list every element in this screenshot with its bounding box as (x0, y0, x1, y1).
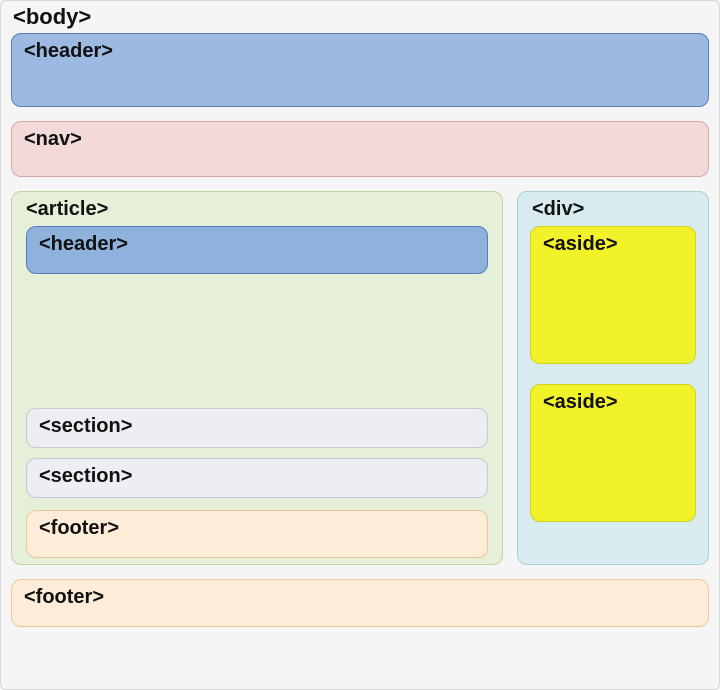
aside-box-1: <aside> (530, 226, 696, 364)
article-header-box: <header> (26, 226, 488, 274)
article-header-label: <header> (39, 233, 128, 255)
section-label-2: <section> (39, 465, 132, 487)
footer-bottom-label: <footer> (24, 586, 104, 608)
body-label: <body> (13, 5, 709, 29)
aside-label-2: <aside> (543, 391, 618, 413)
article-footer-label: <footer> (39, 517, 119, 539)
footer-bottom-box: <footer> (11, 579, 709, 627)
article-spacer (26, 274, 488, 398)
article-box: <article> <header> <section> <section> <… (11, 191, 503, 565)
section-label-1: <section> (39, 415, 132, 437)
middle-row: <article> <header> <section> <section> <… (11, 191, 709, 565)
aside-box-2: <aside> (530, 384, 696, 522)
header-top-label: <header> (24, 40, 113, 62)
section-box-1: <section> (26, 408, 488, 448)
sidebar-div-box: <div> <aside> <aside> (517, 191, 709, 565)
header-top-box: <header> (11, 33, 709, 107)
article-inner: <header> <section> <section> <footer> (26, 226, 488, 558)
nav-box: <nav> (11, 121, 709, 177)
article-footer-box: <footer> (26, 510, 488, 558)
nav-label: <nav> (24, 128, 82, 150)
aside-label-1: <aside> (543, 233, 618, 255)
sidebar-div-label: <div> (532, 198, 696, 220)
body-frame: <body> <header> <nav> <article> <header>… (0, 0, 720, 690)
article-label: <article> (26, 198, 488, 220)
section-box-2: <section> (26, 458, 488, 498)
